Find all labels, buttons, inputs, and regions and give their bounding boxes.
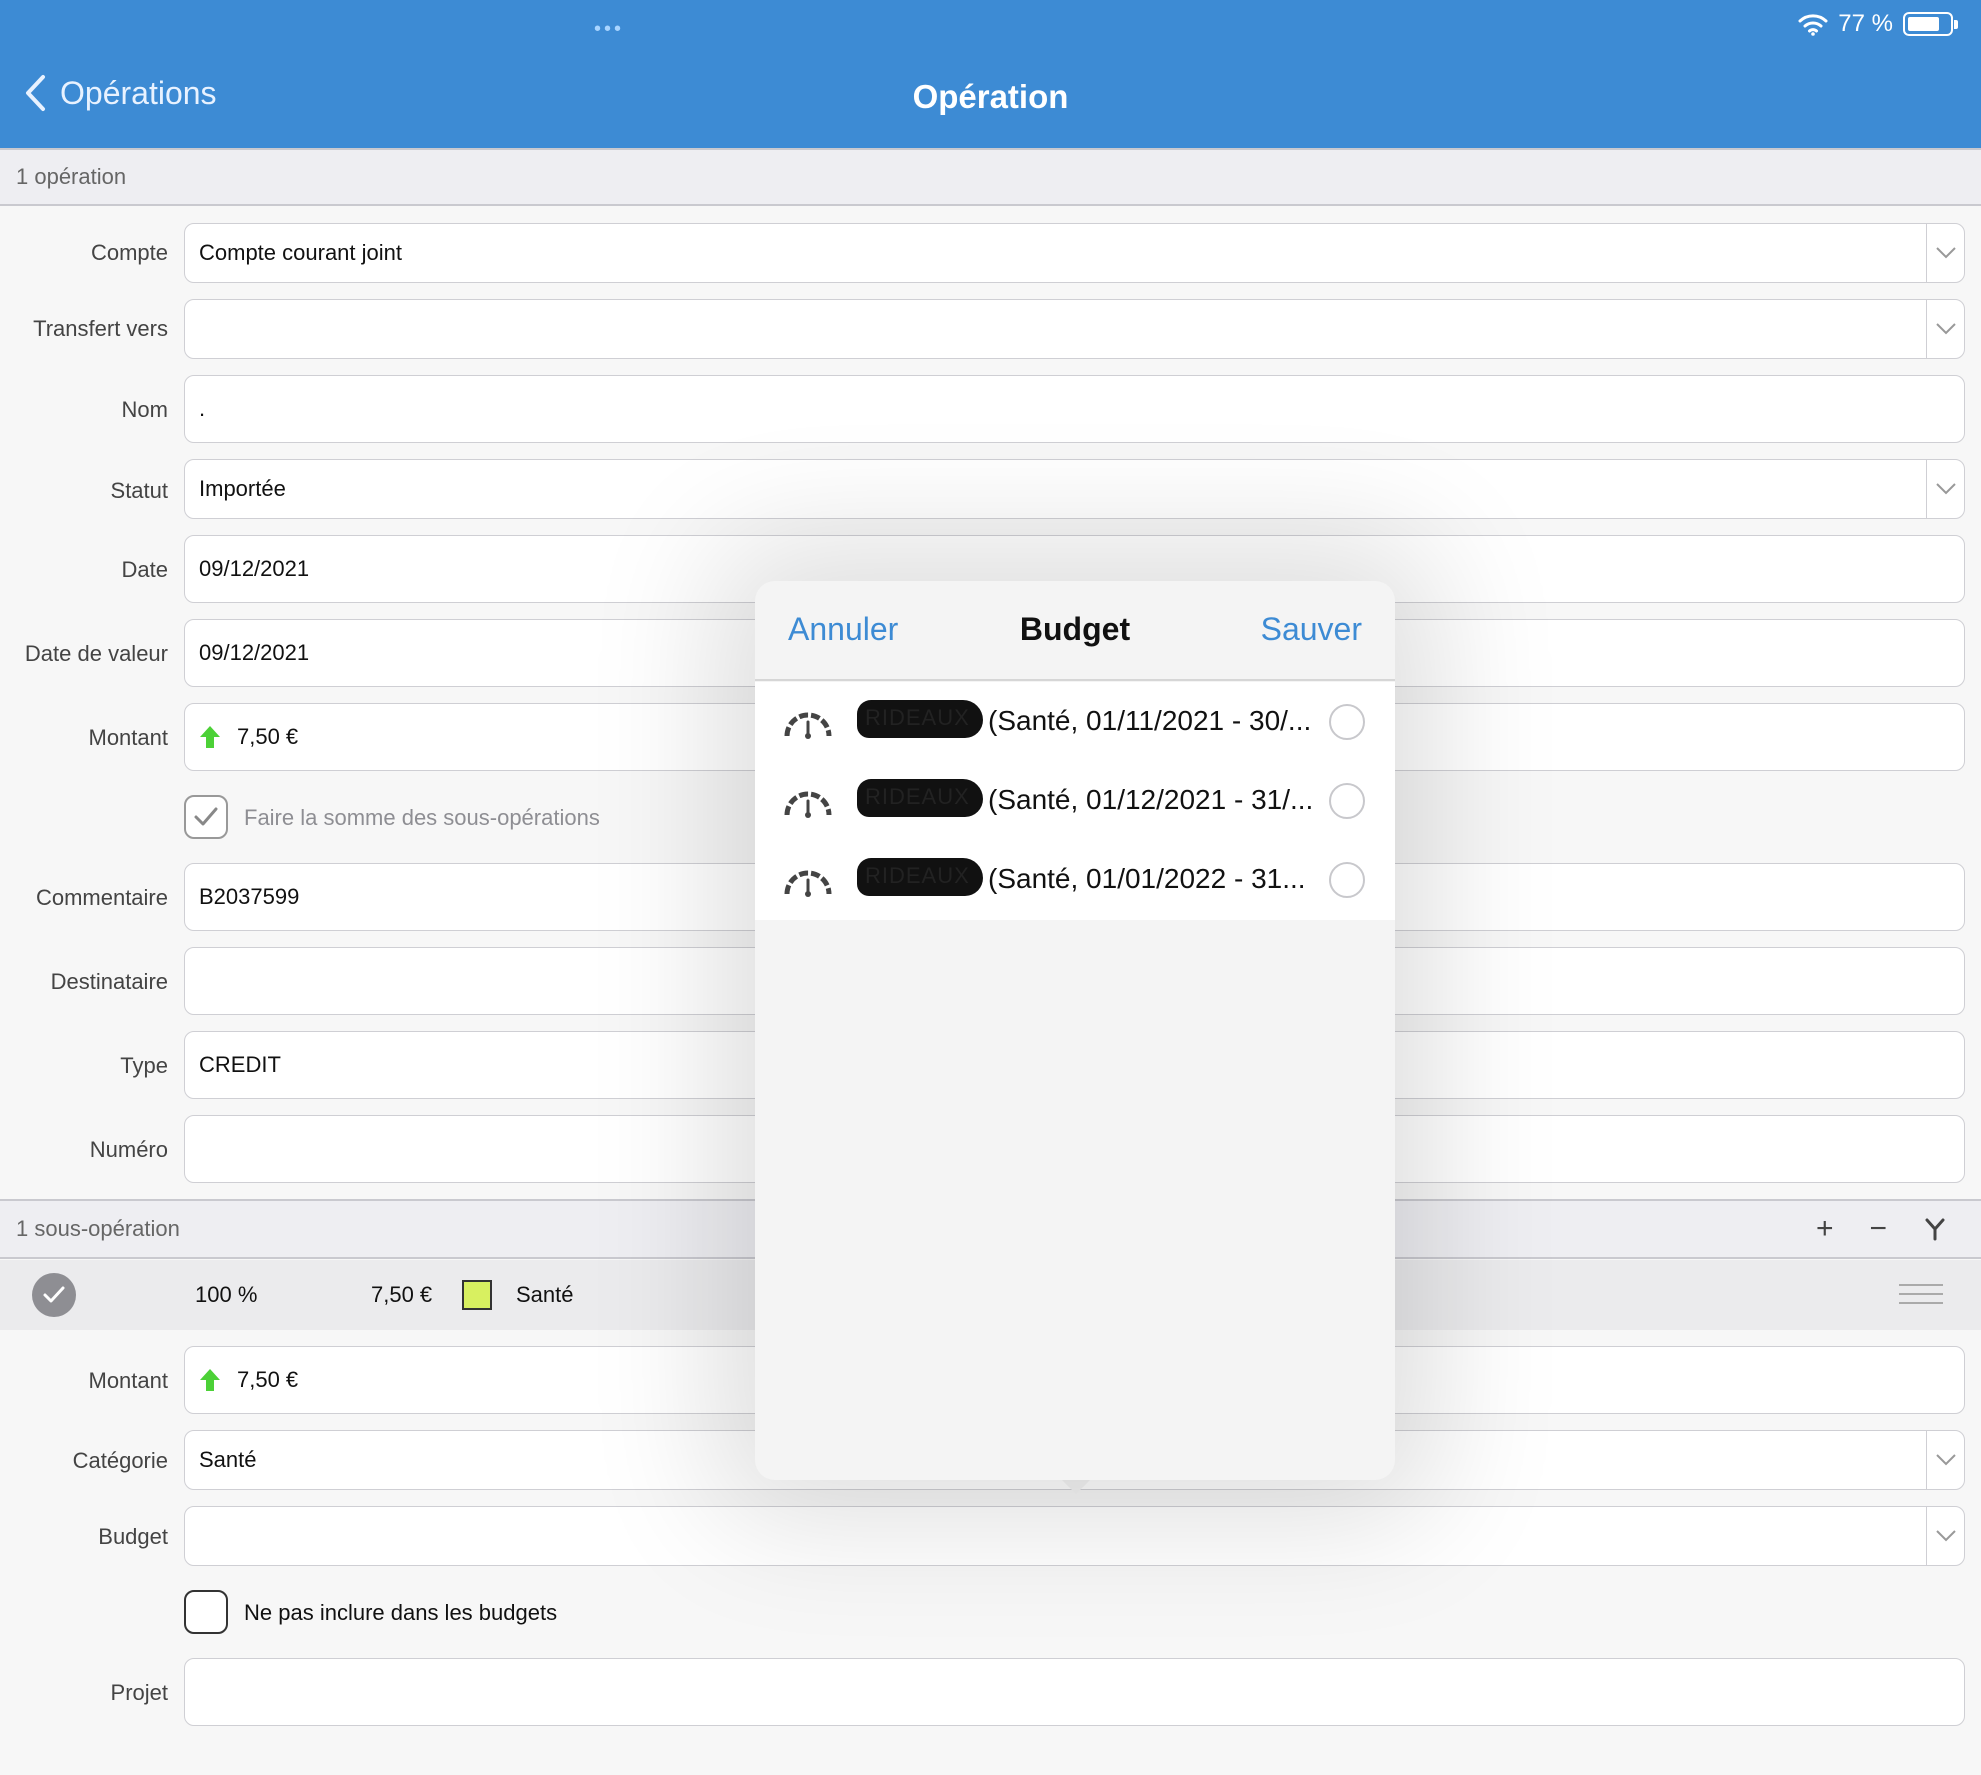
destinataire-label: Destinataire [50, 969, 168, 994]
battery-icon [1903, 12, 1958, 36]
budget-item-label: (Santé, 01/11/2021 - 30/... [988, 705, 1312, 736]
redacted-name: RIDEAUX [857, 779, 983, 817]
budget-item-label: (Santé, 01/01/2022 - 31... [988, 863, 1306, 894]
category-color-swatch [462, 1280, 492, 1310]
arrow-up-icon [200, 726, 220, 748]
categorie-label: Catégorie [72, 1448, 168, 1473]
radio-button[interactable] [1329, 783, 1365, 819]
sub-amount: 7,50 € [371, 1282, 433, 1307]
split-icon[interactable] [1923, 1217, 1947, 1241]
gauge-icon [784, 870, 832, 897]
budget-label: Budget [98, 1524, 168, 1549]
projet-field[interactable] [184, 1658, 1965, 1726]
operation-count: 1 opération [16, 164, 127, 189]
compte-label: Compte [90, 240, 168, 265]
type-value: CREDIT [199, 1052, 281, 1077]
sub-percent: 100 % [195, 1282, 258, 1307]
projet-label: Projet [110, 1680, 168, 1705]
nav-bar: ••• 77 % Opérations Opération [0, 0, 1981, 148]
somme-label: Faire la somme des sous-opérations [244, 805, 600, 830]
chevron-down-icon[interactable] [1926, 1507, 1964, 1565]
montant-label: Montant [88, 725, 169, 750]
date-valeur-label: Date de valeur [24, 641, 168, 666]
sub-montant-value: 7,50 € [237, 1367, 299, 1392]
reorder-handle-icon[interactable] [1899, 1284, 1943, 1311]
budget-list: RIDEAUX (Santé, 01/11/2021 - 30/... RIDE… [755, 682, 1395, 920]
exclude-budgets-label: Ne pas inclure dans les budgets [244, 1600, 558, 1625]
budget-item-label: (Santé, 01/12/2021 - 31/... [988, 784, 1314, 815]
gauge-icon [784, 791, 832, 818]
transfert-select[interactable] [184, 299, 1965, 359]
sub-operation-tools: + − [1816, 1201, 1947, 1257]
page-title: Opération [912, 78, 1069, 115]
wifi-icon [1798, 14, 1828, 36]
statut-value: Importée [199, 476, 286, 501]
budget-list-item[interactable]: RIDEAUX (Santé, 01/01/2022 - 31... [755, 840, 1395, 920]
sub-operation-count: 1 sous-opération [16, 1216, 180, 1241]
redacted-name-text: RIDEAUX [865, 863, 970, 888]
statut-label: Statut [110, 478, 168, 503]
add-button[interactable]: + [1816, 1212, 1834, 1246]
commentaire-value: B2037599 [199, 884, 300, 909]
commentaire-label: Commentaire [35, 885, 168, 910]
budget-list-item[interactable]: RIDEAUX (Santé, 01/12/2021 - 31/... [755, 761, 1395, 841]
chevron-down-icon[interactable] [1926, 224, 1964, 282]
compte-select[interactable]: Compte courant joint [184, 223, 1965, 283]
gauge-icon [784, 712, 832, 739]
checkmark-icon [194, 807, 218, 826]
type-label: Type [120, 1053, 168, 1078]
categorie-value: Santé [199, 1447, 257, 1472]
redacted-name-text: RIDEAUX [865, 784, 970, 809]
sub-category: Santé [516, 1282, 574, 1307]
somme-checkbox[interactable] [184, 795, 228, 839]
date-label: Date [121, 557, 168, 582]
radio-button[interactable] [1329, 862, 1365, 898]
transfert-label: Transfert vers [33, 316, 168, 341]
save-button[interactable]: Sauver [1261, 611, 1362, 648]
chevron-down-icon[interactable] [1926, 1431, 1964, 1489]
date-valeur-value: 09/12/2021 [199, 640, 310, 665]
battery-percent: 77 % [1838, 10, 1893, 37]
nom-field[interactable]: . [184, 375, 1965, 443]
popover-header: Annuler Budget Sauver [755, 581, 1395, 681]
radio-button[interactable] [1329, 704, 1365, 740]
numero-label: Numéro [89, 1137, 168, 1162]
operation-section-header: 1 opération [0, 148, 1981, 206]
budget-popover: Annuler Budget Sauver RIDEAUX (Santé, 01… [755, 581, 1395, 1480]
sub-montant-label: Montant [88, 1368, 169, 1393]
check-circle-icon[interactable] [32, 1273, 76, 1317]
redacted-name: RIDEAUX [857, 858, 983, 896]
nom-value: . [199, 396, 206, 421]
multitasking-indicator[interactable]: ••• [594, 18, 624, 41]
budget-list-item[interactable]: RIDEAUX (Santé, 01/11/2021 - 30/... [755, 682, 1395, 762]
statut-select[interactable]: Importée [184, 459, 1965, 519]
exclude-budgets-checkbox[interactable] [184, 1590, 228, 1634]
remove-button[interactable]: − [1869, 1212, 1887, 1246]
redacted-name: RIDEAUX [857, 700, 983, 738]
date-value: 09/12/2021 [199, 556, 310, 581]
arrow-up-icon [200, 1369, 220, 1391]
montant-value: 7,50 € [237, 724, 299, 749]
chevron-down-icon[interactable] [1926, 300, 1964, 358]
redacted-name-text: RIDEAUX [865, 705, 970, 730]
budget-select[interactable] [184, 1506, 1965, 1566]
compte-value: Compte courant joint [199, 240, 402, 265]
chevron-down-icon[interactable] [1926, 460, 1964, 518]
nom-label: Nom [121, 397, 168, 422]
status-bar: 77 % [1798, 10, 1958, 38]
